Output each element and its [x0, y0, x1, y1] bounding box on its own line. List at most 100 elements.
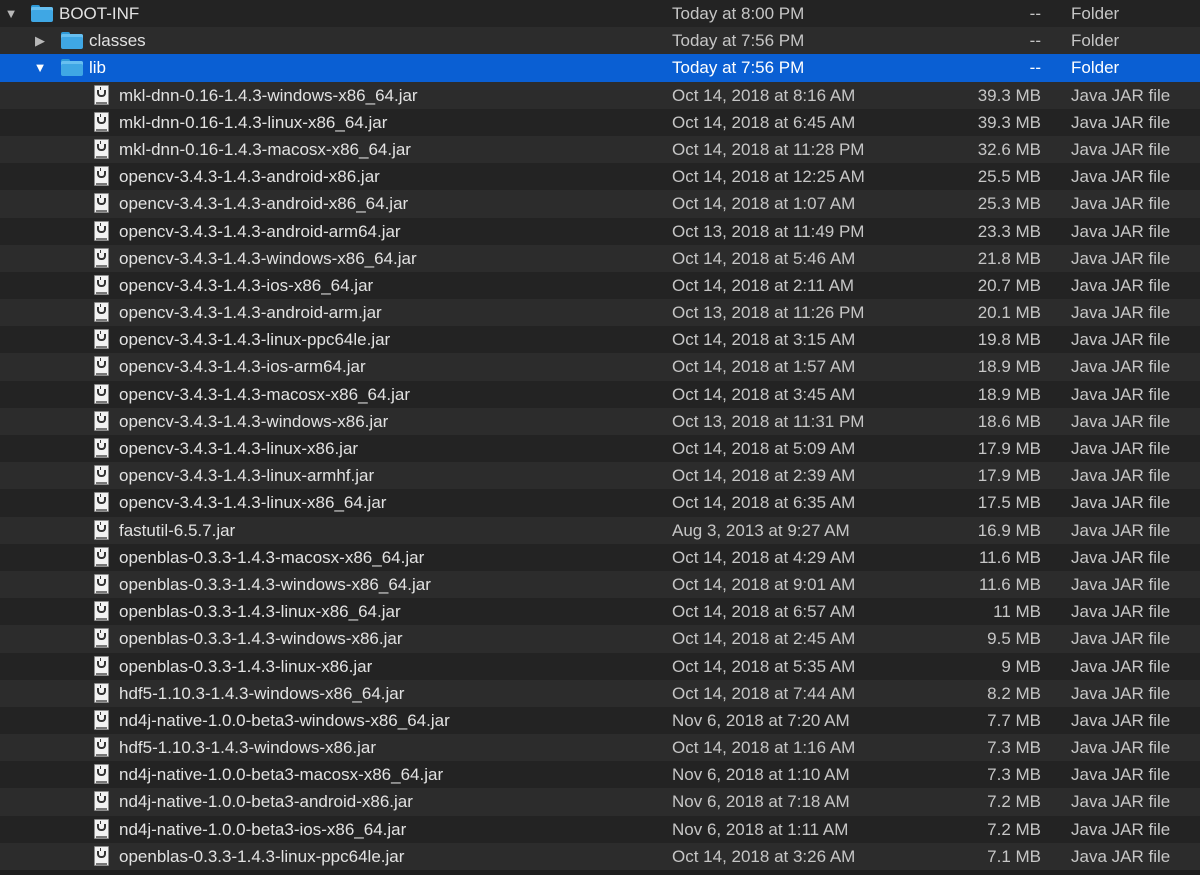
- file-row[interactable]: hdf5-1.10.3-1.4.3-windows-x86.jar Oct 14,…: [0, 734, 1200, 762]
- file-row[interactable]: openblas-0.3.3-1.4.3-linux-ppc64le.jar Oc…: [0, 842, 1200, 870]
- file-row[interactable]: mkl-dnn-0.16-1.4.3-windows-x86_64.jar Oct…: [0, 81, 1200, 109]
- disclosure-expanded-icon[interactable]: ▼: [4, 0, 18, 27]
- folder-row-classes[interactable]: ▶ classes Today at 7:56 PM -- Folder: [0, 27, 1200, 55]
- file-size: 18.9 MB: [977, 384, 1041, 404]
- file-name: opencv-3.4.3-1.4.3-linux-armhf.jar: [119, 466, 375, 486]
- file-size: 9.5 MB: [987, 629, 1041, 649]
- file-size: 17.5 MB: [977, 493, 1041, 513]
- folder-row-boot-inf[interactable]: ▼ BOOT-INF Today at 8:00 PM -- Folder: [0, 0, 1200, 28]
- jar-file-icon: [94, 601, 110, 622]
- file-row[interactable]: nd4j-native-1.0.0-beta3-ios-x86_64.jar No…: [0, 815, 1200, 843]
- date-modified: Oct 14, 2018 at 6:57 AM: [672, 602, 856, 622]
- file-kind: Folder: [1071, 31, 1120, 51]
- file-row[interactable]: openblas-0.3.3-1.4.3-macosx-x86_64.jar Oc…: [0, 543, 1200, 571]
- file-kind: Java JAR file: [1071, 439, 1171, 458]
- date-modified: Oct 14, 2018 at 5:35 AM: [672, 656, 856, 676]
- file-name: openblas-0.3.3-1.4.3-linux-x86_64.jar: [119, 602, 401, 622]
- file-name: openblas-0.3.3-1.4.3-windows-x86.jar: [119, 629, 403, 649]
- file-row[interactable]: hdf5-1.10.3-1.4.3-windows-x86_64.jar Oct …: [0, 679, 1200, 707]
- file-kind: Java JAR file: [1071, 846, 1171, 866]
- file-row[interactable]: mkl-dnn-0.16-1.4.3-macosx-x86_64.jar Oct …: [0, 135, 1200, 164]
- file-row[interactable]: openblas-0.3.3-1.4.3-windows-x86.jar Oct …: [0, 625, 1200, 653]
- file-size: 7.1 MB: [987, 846, 1041, 866]
- file-kind: Java JAR file: [1071, 710, 1171, 730]
- file-name: opencv-3.4.3-1.4.3-android-x86.jar: [119, 167, 380, 187]
- folder-name: BOOT-INF: [59, 4, 140, 23]
- file-name: mkl-dnn-0.16-1.4.3-windows-x86_64.jar: [119, 85, 418, 105]
- file-row[interactable]: opencv-3.4.3-1.4.3-windows-x86.jar Oct 13…: [0, 407, 1200, 435]
- file-name: opencv-3.4.3-1.4.3-linux-x86_64.jar: [119, 493, 387, 513]
- file-kind: Java JAR file: [1071, 466, 1171, 486]
- file-kind: Java JAR file: [1071, 602, 1171, 622]
- jar-file-icon: [94, 845, 110, 867]
- folder-icon: [61, 32, 83, 50]
- file-row[interactable]: openblas-0.3.3-1.4.3-linux-x86.jar Oct 14…: [0, 652, 1200, 680]
- file-name: opencv-3.4.3-1.4.3-ios-x86_64.jar: [119, 275, 374, 295]
- file-kind: Java JAR file: [1071, 112, 1171, 132]
- file-row[interactable]: opencv-3.4.3-1.4.3-android-x86.jar Oct 14…: [0, 163, 1200, 191]
- date-modified: Oct 14, 2018 at 4:29 AM: [672, 547, 856, 567]
- date-modified: Nov 6, 2018 at 1:10 AM: [672, 765, 850, 785]
- file-name: openblas-0.3.3-1.4.3-windows-x86_64.jar: [119, 574, 431, 594]
- file-name: nd4j-native-1.0.0-beta3-macosx-x86_64.ja…: [119, 765, 444, 785]
- file-row[interactable]: openblas-0.3.3-1.4.3-windows-x86_64.jar O…: [0, 570, 1200, 599]
- file-row[interactable]: opencv-3.4.3-1.4.3-ios-arm64.jar Oct 14, …: [0, 353, 1200, 381]
- date-modified: Oct 14, 2018 at 7:44 AM: [672, 683, 856, 703]
- jar-file-icon: [94, 546, 110, 568]
- file-size: 25.3 MB: [977, 194, 1041, 214]
- disclosure-collapsed-icon[interactable]: ▶: [33, 27, 47, 54]
- file-kind: Java JAR file: [1071, 520, 1171, 540]
- file-row[interactable]: fastutil-6.5.7.jar Aug 3, 2013 at 9:27 AM…: [0, 516, 1200, 544]
- jar-file-icon: [94, 655, 110, 677]
- folder-row-lib[interactable]: ▼ lib Today at 7:56 PM -- Folder: [0, 54, 1200, 82]
- file-kind: Java JAR file: [1071, 357, 1171, 377]
- date-modified: Oct 14, 2018 at 2:11 AM: [672, 275, 855, 295]
- date-modified: Oct 14, 2018 at 1:16 AM: [672, 738, 856, 758]
- file-row[interactable]: opencv-3.4.3-1.4.3-windows-x86_64.jar Oct…: [0, 244, 1200, 272]
- file-name: opencv-3.4.3-1.4.3-linux-ppc64le.jar: [119, 330, 391, 350]
- file-kind: Java JAR file: [1071, 792, 1171, 812]
- jar-file-icon: [94, 220, 110, 242]
- file-size: --: [1029, 4, 1041, 23]
- file-row[interactable]: nd4j-native-1.0.0-beta3-windows-x86_64.j…: [0, 706, 1200, 735]
- file-size: 20.1 MB: [977, 303, 1041, 323]
- file-size: 18.9 MB: [977, 357, 1041, 377]
- file-row[interactable]: nd4j-native-1.0.0-beta3-macosx-x86_64.ja…: [0, 761, 1200, 789]
- file-kind: Java JAR file: [1071, 547, 1171, 567]
- file-row[interactable]: opencv-3.4.3-1.4.3-android-x86_64.jar Oct…: [0, 190, 1200, 218]
- file-row[interactable]: mkl-dnn-0.16-1.4.3-linux-x86_64.jar Oct 1…: [0, 108, 1200, 136]
- file-size: 39.3 MB: [977, 112, 1041, 132]
- file-kind: Folder: [1071, 4, 1120, 23]
- file-row[interactable]: opencv-3.4.3-1.4.3-linux-x86_64.jar Oct 1…: [0, 489, 1200, 517]
- file-row[interactable]: opencv-3.4.3-1.4.3-android-arm.jar Oct 13…: [0, 299, 1200, 327]
- date-modified: Oct 14, 2018 at 2:45 AM: [672, 629, 856, 649]
- file-name: opencv-3.4.3-1.4.3-linux-x86.jar: [119, 439, 359, 458]
- file-size: 11 MB: [993, 602, 1041, 622]
- file-size: 32.6 MB: [977, 139, 1041, 159]
- file-kind: Java JAR file: [1071, 819, 1171, 839]
- file-name: openblas-0.3.3-1.4.3-linux-ppc64le.jar: [119, 846, 405, 866]
- date-modified: Oct 14, 2018 at 3:45 AM: [672, 384, 856, 404]
- date-modified: Oct 14, 2018 at 12:25 AM: [672, 167, 865, 187]
- disclosure-expanded-icon[interactable]: ▼: [33, 54, 47, 81]
- file-row[interactable]: opencv-3.4.3-1.4.3-linux-armhf.jar Oct 14…: [0, 462, 1200, 490]
- date-modified: Oct 14, 2018 at 5:09 AM: [672, 439, 856, 458]
- file-name: mkl-dnn-0.16-1.4.3-macosx-x86_64.jar: [119, 139, 411, 159]
- file-list[interactable]: ▼ BOOT-INF Today at 8:00 PM -- Folder ▶ classe…: [0, 0, 1200, 875]
- file-size: 18.6 MB: [977, 411, 1041, 431]
- date-modified: Today at 7:56 PM: [672, 31, 805, 51]
- file-size: --: [1029, 58, 1041, 78]
- file-row[interactable]: opencv-3.4.3-1.4.3-android-arm64.jar Oct …: [0, 217, 1200, 245]
- file-name: opencv-3.4.3-1.4.3-android-x86_64.jar: [119, 194, 409, 214]
- file-row[interactable]: nd4j-native-1.0.0-beta3-android-x86.jar N…: [0, 788, 1200, 816]
- jar-file-icon: [94, 166, 110, 187]
- file-size: 11.6 MB: [978, 574, 1041, 594]
- file-row[interactable]: opencv-3.4.3-1.4.3-ios-x86_64.jar Oct 14,…: [0, 271, 1200, 300]
- file-row[interactable]: opencv-3.4.3-1.4.3-linux-ppc64le.jar Oct …: [0, 326, 1200, 354]
- file-kind: Java JAR file: [1071, 765, 1171, 785]
- file-size: 17.9 MB: [977, 466, 1041, 486]
- jar-file-icon: [94, 438, 110, 459]
- file-row[interactable]: opencv-3.4.3-1.4.3-macosx-x86_64.jar Oct …: [0, 380, 1200, 408]
- file-row[interactable]: openblas-0.3.3-1.4.3-linux-x86_64.jar Oct…: [0, 598, 1200, 626]
- file-row[interactable]: opencv-3.4.3-1.4.3-linux-x86.jar Oct 14, …: [0, 435, 1200, 463]
